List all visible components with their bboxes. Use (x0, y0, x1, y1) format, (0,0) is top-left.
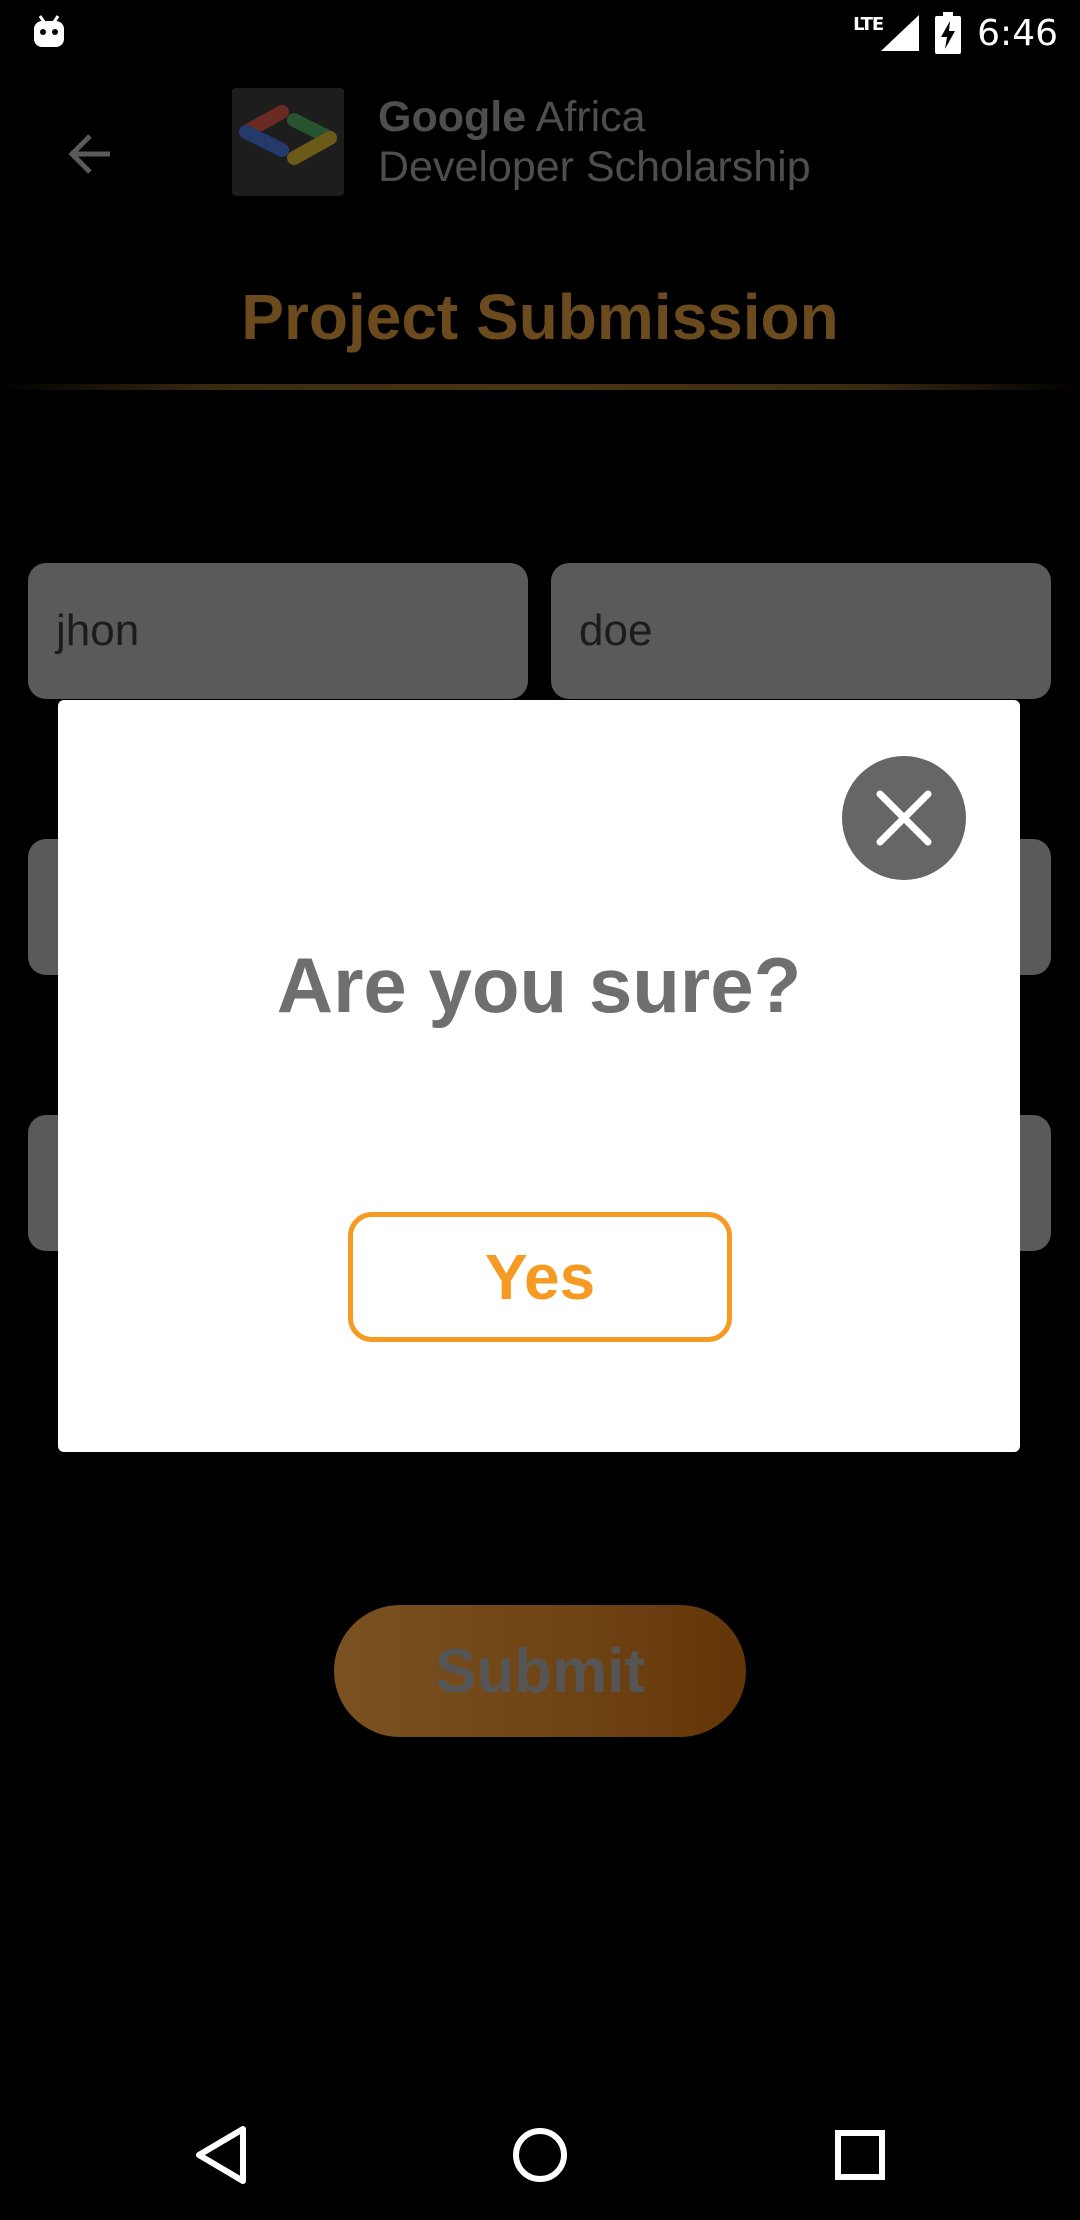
square-recents-icon (835, 2130, 885, 2180)
confirm-dialog: Are you sure? Yes (58, 700, 1020, 1452)
nav-home-button[interactable] (495, 2110, 585, 2200)
screen: LTE 6:46 Google Africa Developer Scholar… (0, 0, 1080, 2220)
arrow-left-icon (68, 134, 110, 174)
back-button[interactable] (50, 114, 130, 194)
battery-charging-icon (935, 12, 962, 54)
triangle-back-icon (196, 2126, 246, 2184)
close-icon (876, 790, 932, 846)
android-debug-icon (32, 14, 66, 48)
title-divider (0, 384, 1080, 390)
app-bar: Google Africa Developer Scholarship (0, 66, 1080, 222)
brand-line-1: Google Africa (378, 93, 646, 141)
close-dialog-button[interactable] (842, 756, 966, 880)
signal-icon (881, 15, 920, 51)
status-icons: LTE 6:46 (853, 8, 1058, 58)
status-bar: LTE 6:46 (0, 0, 1080, 66)
clock: 6:46 (977, 12, 1058, 54)
page-title: Project Submission (241, 281, 839, 353)
submit-button[interactable]: Submit (334, 1605, 746, 1737)
last-name-value: doe (579, 606, 653, 655)
circle-home-icon (513, 2128, 567, 2182)
dialog-title: Are you sure? (276, 941, 802, 1029)
navigation-bar (0, 2088, 1080, 2220)
nav-recents-button[interactable] (815, 2110, 905, 2200)
first-name-field[interactable]: jhon (28, 563, 528, 699)
yes-button[interactable]: Yes (348, 1212, 732, 1342)
brand-line-2: Developer Scholarship (378, 143, 811, 191)
last-name-field[interactable]: doe (551, 563, 1051, 699)
gads-logo (232, 88, 344, 196)
nav-back-button[interactable] (176, 2110, 266, 2200)
brand-title: Google Africa Developer Scholarship (378, 92, 811, 192)
